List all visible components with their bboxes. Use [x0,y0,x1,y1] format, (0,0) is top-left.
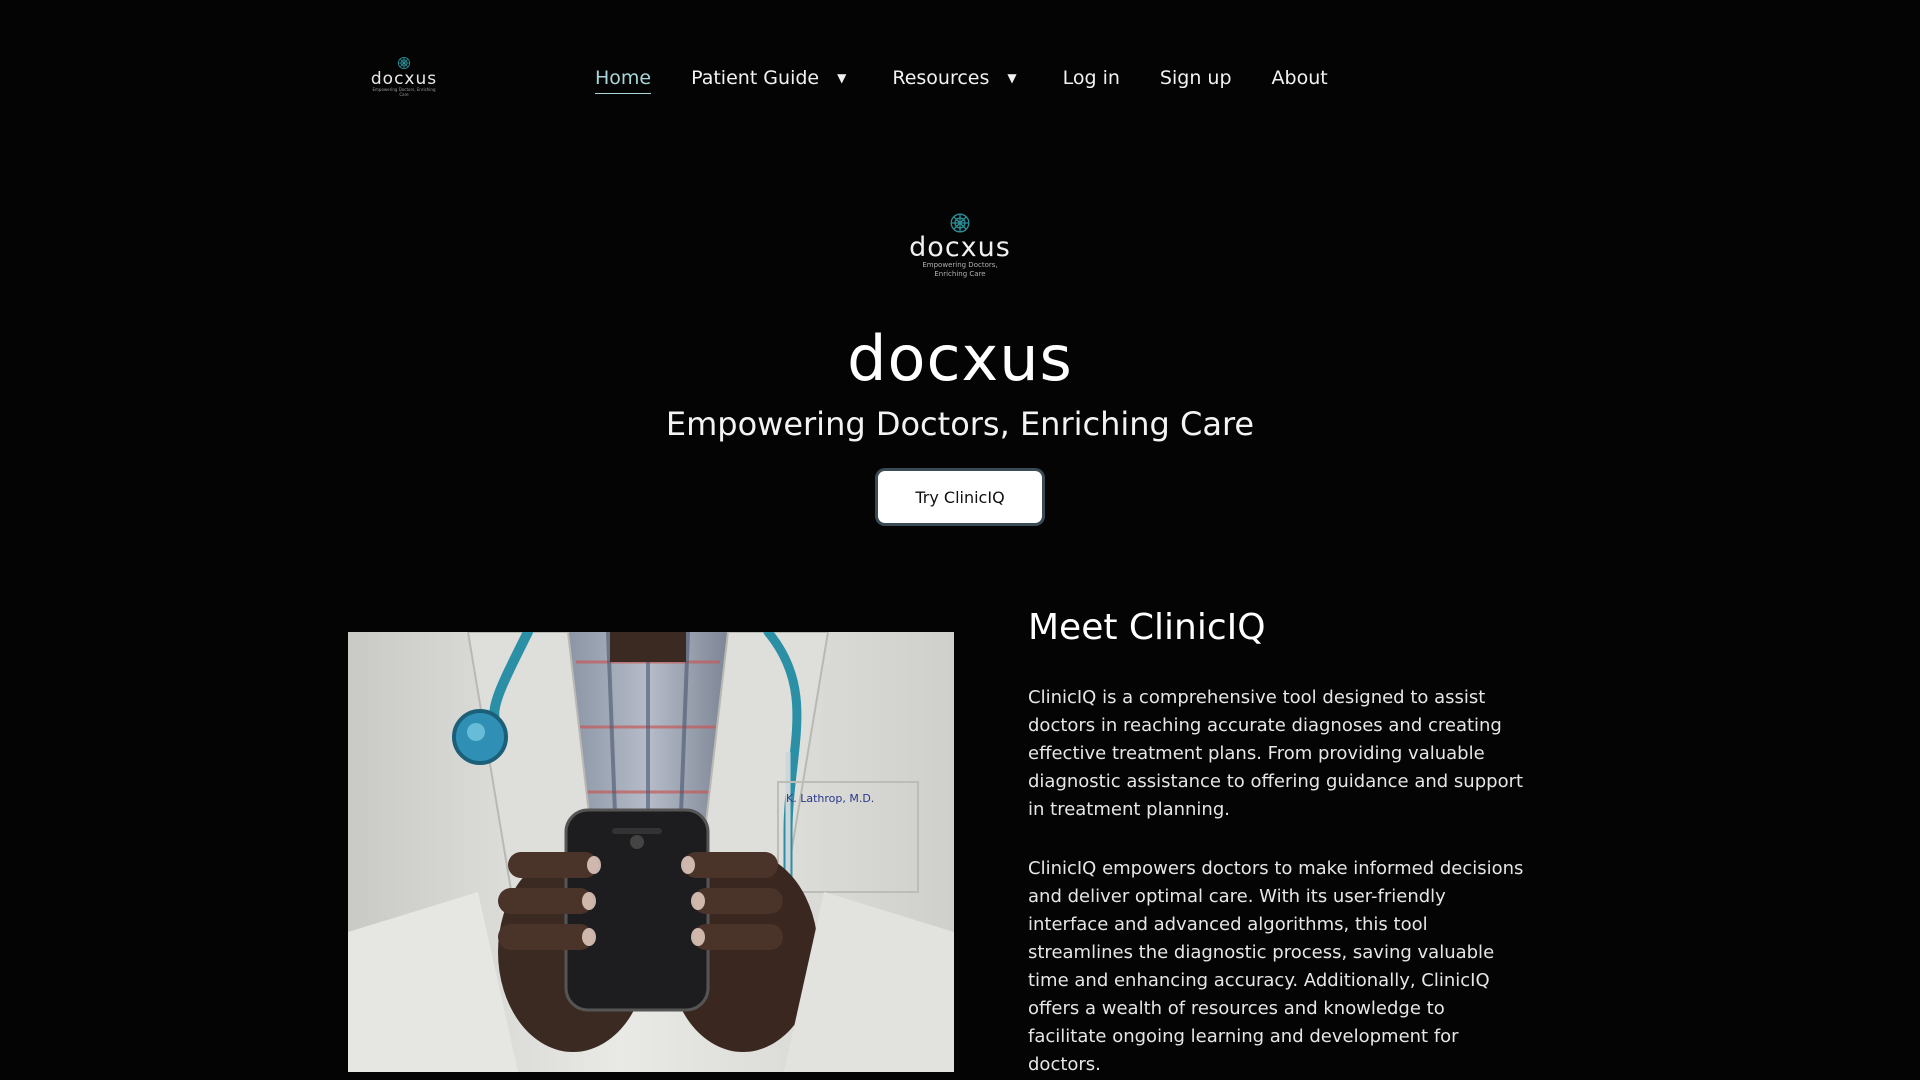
caret-down-icon: ▼ [1007,71,1017,85]
hero-logo: docxus Empowering Doctors, Enriching Car… [900,212,1020,279]
nav-item-log-in[interactable]: Log in [1063,64,1120,92]
hero-title: docxus [847,322,1073,395]
nav-logo[interactable]: docxus Empowering Doctors, Enriching Car… [368,56,440,100]
meet-cliniciq-heading: Meet ClinicIQ [1028,607,1266,648]
nav-item-sign-up[interactable]: Sign up [1160,64,1232,92]
nav-item-label: Patient Guide [691,67,820,89]
nav-item-patient-guide[interactable]: Patient Guide ▼ [691,64,846,92]
try-cliniciq-button[interactable]: Try ClinicIQ [878,471,1042,523]
cliniciq-description-paragraph-2: ClinicIQ empowers doctors to make inform… [1028,858,1524,1075]
doctor-illustration: K. Lathrop, M.D. [348,632,954,1072]
nav-logo-tagline: Empowering Doctors, Enriching Care [372,87,436,97]
logo-mark-icon [397,56,411,70]
svg-text:K. Lathrop, M.D.: K. Lathrop, M.D. [786,792,874,805]
nav-item-resources[interactable]: Resources ▼ [892,64,1016,92]
cliniciq-description-paragraph-1: ClinicIQ is a comprehensive tool designe… [1028,687,1524,820]
top-navigation: docxus Empowering Doctors, Enriching Car… [0,0,1920,156]
doctor-smartphone-photo: K. Lathrop, M.D. [348,632,954,1072]
nav-logo-wordmark: docxus [370,69,438,89]
hero-subtitle: Empowering Doctors, Enriching Care [665,405,1255,443]
main-menu: Home Patient Guide ▼ Resources ▼ Log in … [595,64,1328,94]
nav-item-home[interactable]: Home [595,64,652,94]
logo-mark-icon [950,213,970,233]
nav-item-about[interactable]: About [1272,64,1328,92]
hero-logo-tagline-line2: Enriching Care [934,270,986,278]
hero-logo-wordmark: docxus [909,232,1011,263]
nav-item-label: Resources [892,67,990,89]
caret-down-icon: ▼ [837,71,847,85]
